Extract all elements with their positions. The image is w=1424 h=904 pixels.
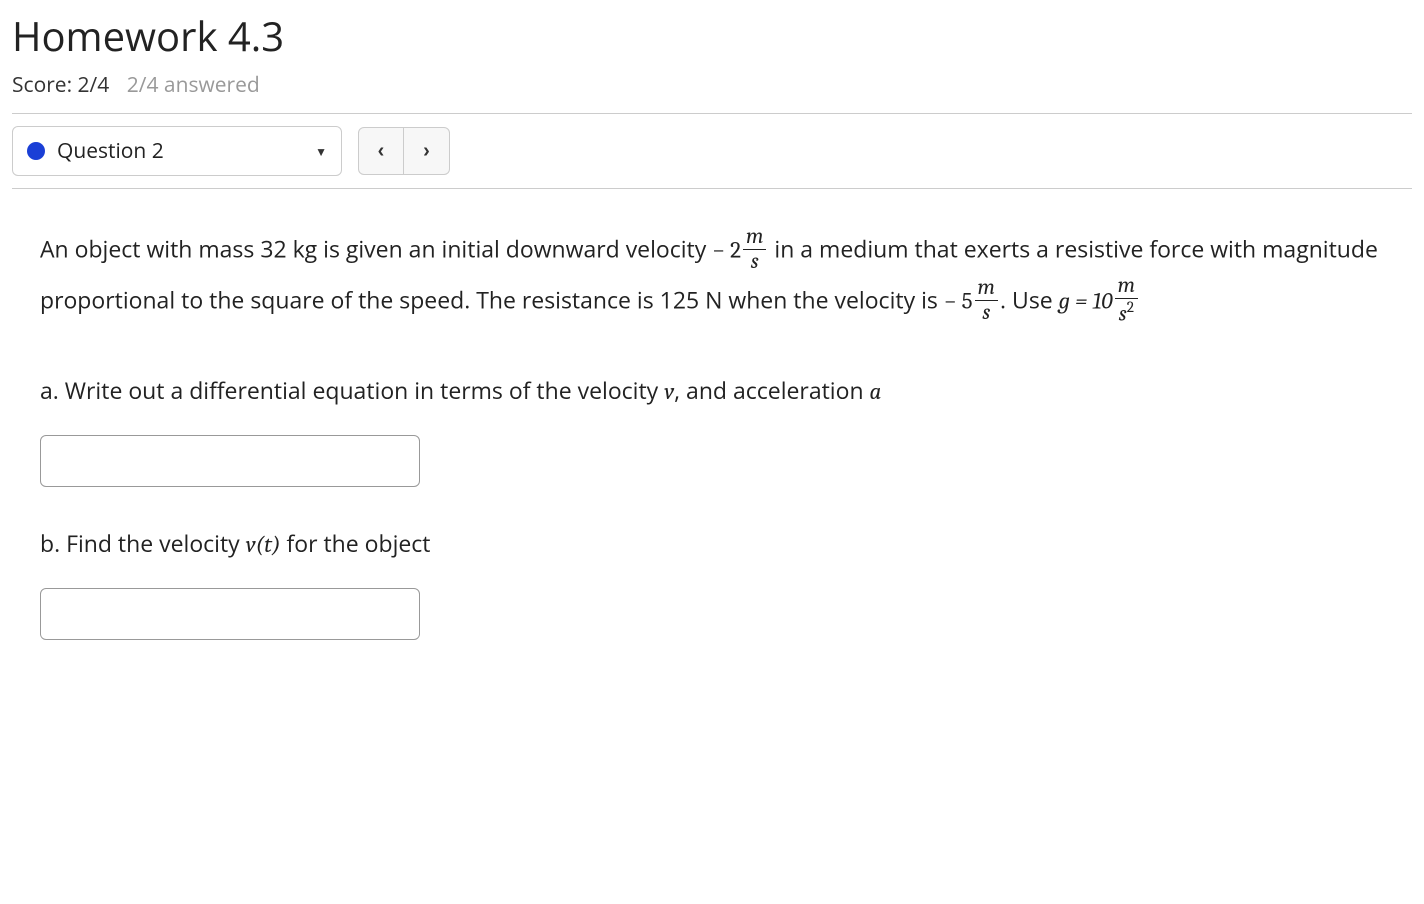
initial-velocity-coef: − 2 [712, 237, 741, 264]
frac2-num: m [975, 276, 998, 301]
g-equation: g = 10 [1059, 287, 1113, 314]
part-a-text-1: a. Write out a differential equation in … [40, 374, 664, 406]
question-selector-label: Question 2 [57, 137, 164, 165]
frac-m-s-2: ms [975, 276, 998, 325]
frac1-num: m [743, 225, 766, 250]
question-nav-row: Question 2 ▼ ‹ › [12, 114, 1412, 188]
part-a-answer-input[interactable] [40, 435, 420, 487]
frac3-den-exp: 2 [1127, 298, 1134, 316]
frac3-den: s2 [1115, 299, 1138, 326]
nav-button-group: ‹ › [358, 127, 450, 175]
var-a: a [870, 378, 882, 405]
question-selector[interactable]: Question 2 ▼ [12, 126, 342, 176]
prev-question-button[interactable]: ‹ [358, 127, 404, 175]
frac3-num: m [1115, 274, 1138, 299]
page-title: Homework 4.3 [12, 8, 1412, 63]
status-dot-icon [27, 142, 45, 160]
frac-m-s-1: ms [743, 225, 766, 274]
part-b-text-1: b. Find the velocity [40, 527, 246, 559]
answered-count: 2/4 answered [127, 71, 260, 99]
part-b-prompt: b. Find the velocity v(t) for the object [40, 525, 1384, 564]
next-question-button[interactable]: › [404, 127, 450, 175]
score-line: Score: 2/4 2/4 answered [12, 71, 1412, 99]
var-v: v [664, 378, 674, 405]
part-b-answer-input[interactable] [40, 588, 420, 640]
frac1-den: s [743, 250, 766, 274]
frac-m-s2: ms2 [1115, 274, 1138, 326]
chevron-down-icon: ▼ [315, 143, 327, 160]
ref-velocity-coef: − 5 [944, 287, 973, 314]
var-vt: v(t) [246, 531, 281, 558]
part-a-prompt: a. Write out a differential equation in … [40, 372, 1384, 411]
part-a-text-2: , and acceleration [674, 374, 869, 406]
frac2-den: s [975, 301, 998, 325]
problem-text-1: An object with mass 32 kg is given an in… [40, 233, 712, 265]
problem-text-3: . Use [1000, 283, 1059, 315]
part-b-text-2: for the object [281, 527, 431, 559]
question-body: An object with mass 32 kg is given an in… [12, 189, 1412, 698]
problem-statement: An object with mass 32 kg is given an in… [40, 227, 1384, 328]
score-value: Score: 2/4 [12, 71, 109, 99]
frac3-den-base: s [1119, 301, 1127, 326]
